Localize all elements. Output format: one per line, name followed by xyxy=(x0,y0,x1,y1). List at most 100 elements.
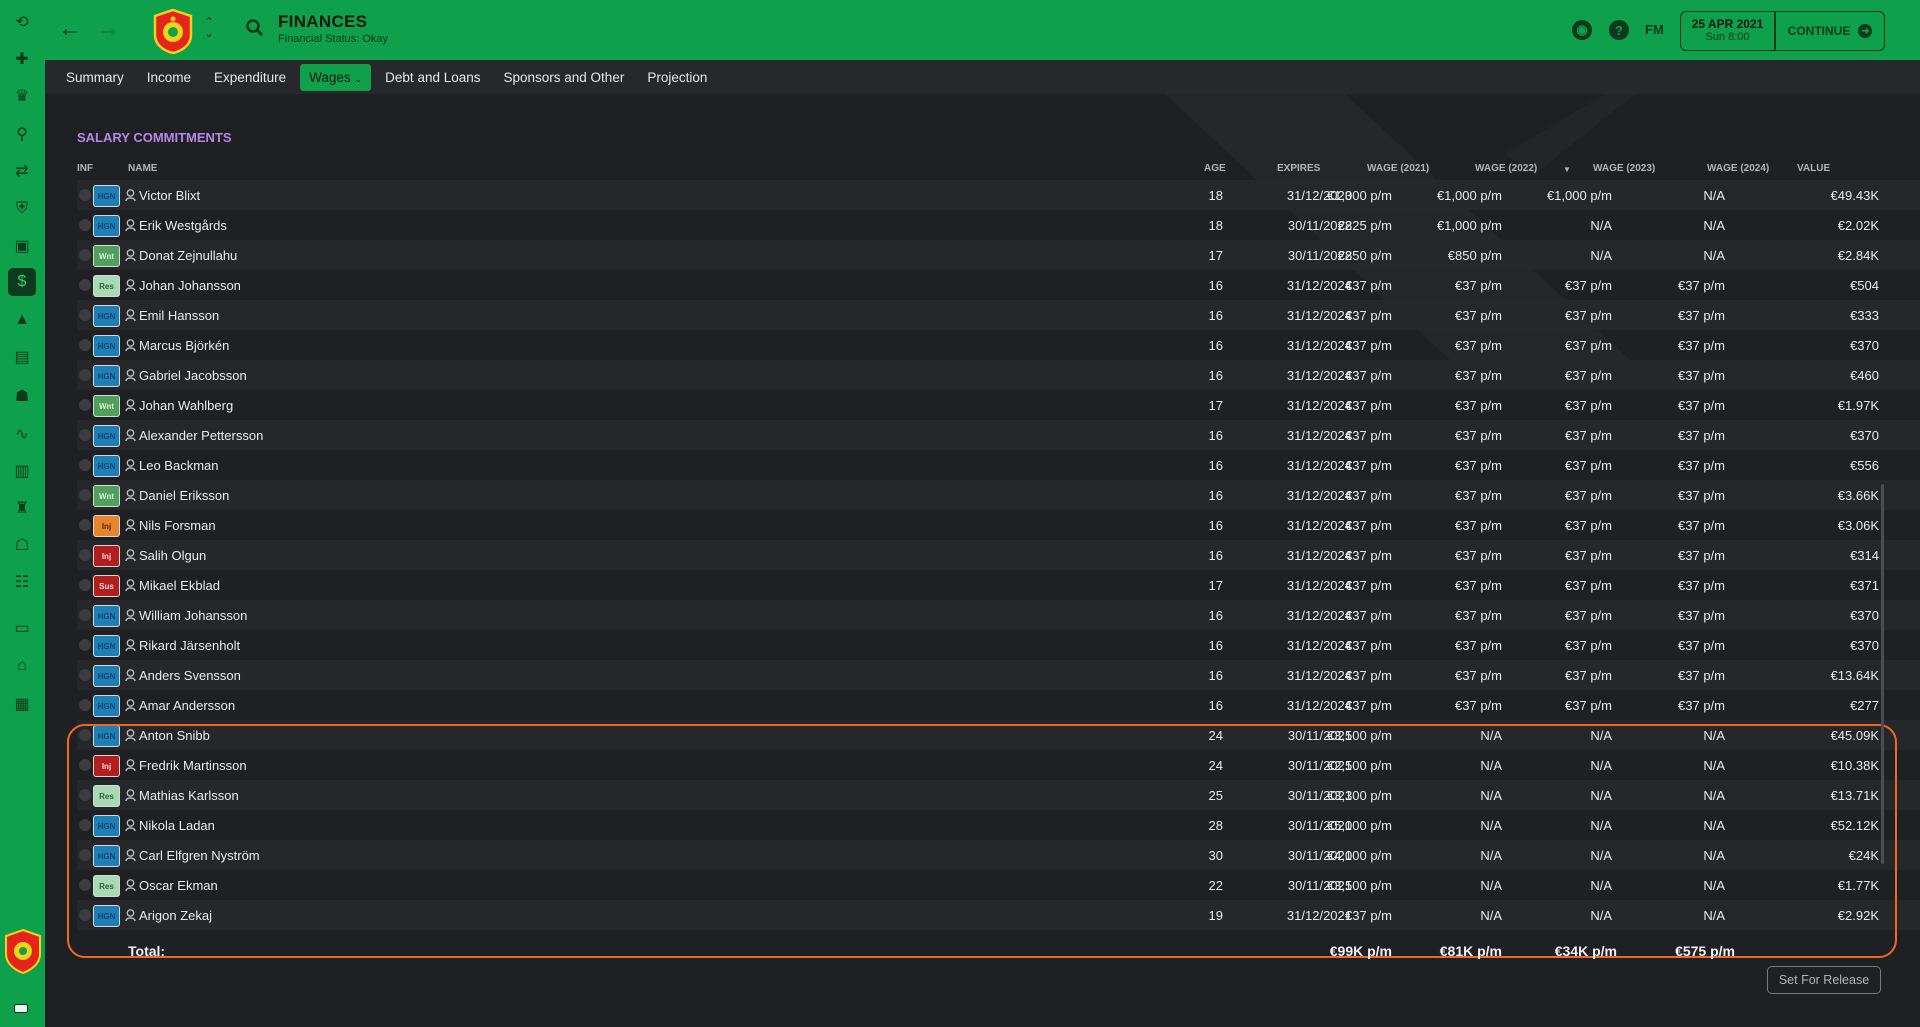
table-row[interactable]: Inj Nils Forsman 16 31/12/2024 €37 p/m €37 p/… xyxy=(77,510,1920,540)
player-name[interactable]: Rikard Järsenholt xyxy=(139,638,240,653)
scouting-icon[interactable]: ⚲ xyxy=(8,120,36,148)
col-wage-2024[interactable]: WAGE (2024) xyxy=(1707,163,1769,174)
player-name[interactable]: Victor Blixt xyxy=(139,188,200,203)
medical-icon[interactable]: ✚ xyxy=(8,45,36,73)
player-name[interactable]: Gabriel Jacobsson xyxy=(139,368,247,383)
player-name[interactable]: William Johansson xyxy=(139,608,247,623)
club-crest-icon[interactable] xyxy=(152,8,194,54)
table-row[interactable]: HGN Alexander Pettersson 16 31/12/2024 €37 p… xyxy=(77,420,1920,450)
player-name[interactable]: Alexander Pettersson xyxy=(139,428,263,443)
table-row[interactable]: HGN Victor Blixt 18 31/12/2023 €1,000 p/m €1,… xyxy=(77,180,1920,210)
staff-icon[interactable]: ☗ xyxy=(8,382,36,410)
squad-status-badge[interactable]: HGN xyxy=(93,605,120,627)
player-name[interactable]: Mikael Ekblad xyxy=(139,578,220,593)
home-icon[interactable]: ⌂ xyxy=(8,652,36,680)
table-row[interactable]: HGN Amar Andersson 16 31/12/2024 €37 p/m €37 … xyxy=(77,690,1920,720)
player-name[interactable]: Amar Andersson xyxy=(139,698,235,713)
briefcase-icon[interactable]: ▣ xyxy=(8,232,36,260)
tab-projection[interactable]: Projection xyxy=(638,64,716,91)
tab-wages[interactable]: Wages ⌄ xyxy=(300,63,372,91)
table-row[interactable]: HGN Gabriel Jacobsson 16 31/12/2024 €37 p/m €… xyxy=(77,360,1920,390)
squad-status-badge[interactable]: Inj xyxy=(93,545,120,567)
player-name[interactable]: Salih Olgun xyxy=(139,548,206,563)
tab-summary[interactable]: Summary xyxy=(57,64,133,91)
table-row[interactable]: Inj Salih Olgun 16 31/12/2024 €37 p/m €37 p/m… xyxy=(77,540,1920,570)
trophy-icon[interactable]: ♛ xyxy=(8,82,36,110)
forward-arrow-icon[interactable]: → xyxy=(93,14,123,44)
squad-status-badge[interactable]: Wnt xyxy=(93,485,120,507)
scrollbar[interactable] xyxy=(1881,484,1884,864)
player-name[interactable]: Johan Wahlberg xyxy=(139,398,233,413)
table-row[interactable]: HGN Rikard Järsenholt 16 31/12/2024 €37 p/m €… xyxy=(77,630,1920,660)
table-row[interactable]: Wnt Daniel Eriksson 16 31/12/2024 €37 p/m €37… xyxy=(77,480,1920,510)
help-icon[interactable]: ? xyxy=(1609,20,1629,40)
fm-logo[interactable]: FM xyxy=(1645,22,1664,37)
squad-status-badge[interactable]: HGN xyxy=(93,695,120,717)
refresh-icon[interactable]: ⟲ xyxy=(8,8,36,36)
table-row[interactable]: HGN Anders Svensson 16 31/12/2024 €37 p/m €37… xyxy=(77,660,1920,690)
table-row[interactable]: HGN Erik Westgårds 18 30/11/2022 €825 p/m €1,… xyxy=(77,210,1920,240)
player-name[interactable]: Emil Hansson xyxy=(139,308,219,323)
transfers-icon[interactable]: ⇄ xyxy=(8,157,36,185)
search-icon[interactable] xyxy=(245,18,265,38)
table-row[interactable]: HGN William Johansson 16 31/12/2024 €37 p/m €… xyxy=(77,600,1920,630)
table-row[interactable]: Sus Mikael Ekblad 17 31/12/2024 €37 p/m €37 p… xyxy=(77,570,1920,600)
squad-status-badge[interactable]: Inj xyxy=(93,515,120,537)
kit-icon[interactable]: ♜ xyxy=(8,494,36,522)
club-switch-chevrons-icon[interactable]: ⌃ ⌄ xyxy=(203,16,215,40)
team-icon[interactable]: ☷ xyxy=(8,568,36,596)
squad-status-badge[interactable]: HGN xyxy=(93,185,120,207)
player-name[interactable]: Johan Johansson xyxy=(139,278,241,293)
squad-icon[interactable]: ☖ xyxy=(8,531,36,559)
table-row[interactable]: HGN Leo Backman 16 31/12/2024 €37 p/m €37 p/m… xyxy=(77,450,1920,480)
globe-icon[interactable]: ◉ xyxy=(1572,20,1592,40)
table-row[interactable]: HGN Marcus Björkén 16 31/12/2024 €37 p/m €37 … xyxy=(77,330,1920,360)
inbox-icon[interactable]: ▭ xyxy=(8,614,36,642)
table-row[interactable]: Res Johan Johansson 16 31/12/2024 €37 p/m €37… xyxy=(77,270,1920,300)
calendar-icon[interactable]: ▦ xyxy=(8,690,36,718)
player-name[interactable]: Anders Svensson xyxy=(139,668,241,683)
col-age[interactable]: AGE xyxy=(1204,163,1226,174)
squad-status-badge[interactable]: HGN xyxy=(93,455,120,477)
club-icon[interactable]: ⛨ xyxy=(8,195,36,223)
squad-status-badge[interactable]: HGN xyxy=(93,425,120,447)
col-expires[interactable]: EXPIRES xyxy=(1277,163,1320,174)
development-icon[interactable]: ∿ xyxy=(8,420,36,448)
player-name[interactable]: Donat Zejnullahu xyxy=(139,248,237,263)
col-value[interactable]: VALUE xyxy=(1797,163,1830,174)
squad-status-badge[interactable]: HGN xyxy=(93,215,120,237)
back-arrow-icon[interactable]: ← xyxy=(55,14,85,44)
finances-icon[interactable]: $ xyxy=(8,268,36,296)
player-name[interactable]: Erik Westgårds xyxy=(139,218,227,233)
col-wage-2023[interactable]: WAGE (2023) xyxy=(1593,163,1655,174)
col-name[interactable]: NAME xyxy=(128,163,157,174)
clipboard-icon[interactable]: ▥ xyxy=(8,457,36,485)
table-row[interactable]: Wnt Donat Zejnullahu 17 30/11/2022 €850 p/m €… xyxy=(77,240,1920,270)
tab-sponsors-and-other[interactable]: Sponsors and Other xyxy=(495,64,634,91)
player-name[interactable]: Daniel Eriksson xyxy=(139,488,229,503)
club-crest-icon[interactable] xyxy=(3,928,43,974)
player-name[interactable]: Nils Forsman xyxy=(139,518,216,533)
squad-status-badge[interactable]: HGN xyxy=(93,305,120,327)
col-wage-2021[interactable]: WAGE (2021) xyxy=(1367,163,1429,174)
set-for-release-button[interactable]: Set For Release xyxy=(1767,966,1881,994)
squad-status-badge[interactable]: Wnt xyxy=(93,245,120,267)
player-name[interactable]: Marcus Björkén xyxy=(139,338,229,353)
squad-status-badge[interactable]: Sus xyxy=(93,575,120,597)
tab-income[interactable]: Income xyxy=(138,64,200,91)
col-wage-2022[interactable]: WAGE (2022) xyxy=(1475,163,1537,174)
player-name[interactable]: Leo Backman xyxy=(139,458,219,473)
tab-expenditure[interactable]: Expenditure xyxy=(205,64,295,91)
continue-button[interactable]: CONTINUE ➜ xyxy=(1775,11,1885,51)
col-inf[interactable]: INF xyxy=(77,163,93,174)
table-row[interactable]: HGN Emil Hansson 16 31/12/2024 €37 p/m €37 p/… xyxy=(77,300,1920,330)
squad-status-badge[interactable]: HGN xyxy=(93,365,120,387)
sidebar-toggle-icon[interactable] xyxy=(14,1004,28,1013)
squad-status-badge[interactable]: Res xyxy=(93,275,120,297)
dynamics-icon[interactable]: ▲ xyxy=(8,306,36,334)
squad-status-badge[interactable]: HGN xyxy=(93,635,120,657)
squad-status-badge[interactable]: Wnt xyxy=(93,395,120,417)
report-icon[interactable]: ▤ xyxy=(8,343,36,371)
squad-status-badge[interactable]: HGN xyxy=(93,665,120,687)
table-row[interactable]: Wnt Johan Wahlberg 17 31/12/2024 €37 p/m €37 … xyxy=(77,390,1920,420)
